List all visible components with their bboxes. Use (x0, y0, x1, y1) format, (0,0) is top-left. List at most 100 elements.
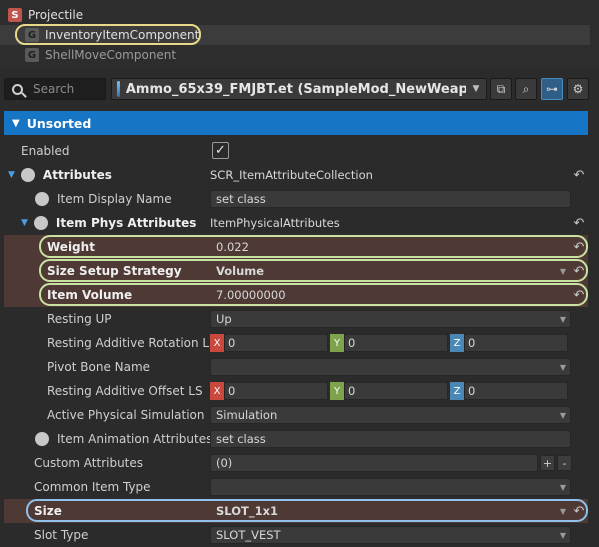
axis-x-label: X (210, 382, 224, 400)
add-item-button[interactable]: + (540, 455, 555, 471)
prefab-cube-icon (117, 81, 120, 97)
gear-icon: ⚙ (572, 82, 584, 96)
chevron-down-icon: ▼ (12, 117, 20, 129)
chevron-down-icon: ▼ (559, 362, 566, 372)
rotation-z-field[interactable]: Z 0 (450, 334, 568, 352)
prop-name: Size Setup Strategy (47, 264, 182, 278)
prop-weight: Weight 0.022 ↶ (4, 235, 588, 259)
prop-name: Slot Type (34, 528, 89, 542)
hierarchy-item-inventory-item-component[interactable]: G InventoryItemComponent (0, 25, 590, 45)
remove-item-button[interactable]: - (557, 455, 572, 471)
prop-item-animation-attributes: Item Animation Attributes set class (4, 427, 588, 451)
size-select[interactable]: SLOT_1x1 ▼ (210, 502, 571, 520)
hierarchy-item-label: Projectile (28, 8, 84, 22)
select-value: SLOT_1x1 (216, 504, 278, 518)
component-icon: G (25, 28, 39, 42)
hierarchy-item-shell-move-component[interactable]: G ShellMoveComponent (0, 45, 590, 65)
hierarchy-view-button[interactable]: ⊶ (541, 78, 563, 100)
item-animation-attributes-field[interactable]: set class (210, 430, 571, 448)
prop-name: Resting Additive Rotation LS (47, 336, 217, 350)
axis-x-label: X (210, 334, 224, 352)
prop-name: Item Volume (47, 288, 133, 302)
hierarchy-panel: S Projectile G InventoryItemComponent G … (0, 0, 599, 70)
slot-type-select[interactable]: SLOT_VEST ▼ (210, 526, 571, 544)
hierarchy-item-projectile[interactable]: S Projectile (0, 5, 590, 25)
prop-name: Resting UP (47, 312, 112, 326)
offset-z-value[interactable]: 0 (464, 382, 568, 400)
prop-pivot-bone-name: Pivot Bone Name ▼ (4, 355, 588, 379)
reset-icon[interactable]: ↶ (572, 503, 586, 519)
prop-name: Pivot Bone Name (47, 360, 151, 374)
prop-value: SCR_ItemAttributeCollection (210, 168, 373, 182)
prop-name: Item Phys Attributes (55, 216, 197, 230)
search-icon (12, 83, 23, 95)
select-value: SLOT_VEST (216, 528, 281, 542)
prop-name: Attributes (42, 168, 112, 182)
prop-item-display-name: Item Display Name set class (4, 187, 588, 211)
prop-name: Resting Additive Offset LS (47, 384, 203, 398)
chevron-down-icon: ▼ (559, 314, 566, 324)
prop-size-setup-strategy: Size Setup Strategy Volume ▼ ↶ (4, 259, 588, 283)
prop-resting-up: Resting UP Up ▼ (4, 307, 588, 331)
category-header-unsorted[interactable]: ▼ Unsorted (4, 111, 588, 135)
size-setup-strategy-select[interactable]: Volume ▼ (210, 262, 571, 280)
settings-button[interactable]: ⚙ (567, 78, 589, 100)
enabled-checkbox[interactable]: ✓ (212, 142, 229, 159)
chevron-down-icon[interactable]: ▼ (466, 79, 486, 99)
item-display-name-field[interactable]: set class (210, 190, 571, 208)
prop-name: Custom Attributes (34, 456, 144, 470)
reset-icon[interactable]: ↶ (572, 239, 586, 255)
asset-title: Ammo_65x39_FMJBT.et (SampleMod_NewWeapon (125, 81, 486, 97)
prop-resting-offset: Resting Additive Offset LS X 0 Y 0 Z 0 (4, 379, 588, 403)
axis-z-label: Z (450, 382, 464, 400)
rotation-x-value[interactable]: 0 (224, 334, 328, 352)
axis-z-label: Z (450, 334, 464, 352)
chevron-down-icon: ▼ (559, 530, 566, 540)
axis-y-label: Y (330, 334, 344, 352)
pivot-bone-name-select[interactable]: ▼ (210, 358, 571, 376)
prop-common-item-type: Common Item Type ▼ (4, 475, 588, 499)
offset-y-field[interactable]: Y 0 (330, 382, 448, 400)
chevron-down-icon: ▼ (559, 410, 566, 420)
search-input[interactable]: Search (4, 78, 106, 100)
rotation-x-field[interactable]: X 0 (210, 334, 328, 352)
custom-attributes-field: (0) (210, 454, 538, 472)
circle-icon (35, 192, 49, 206)
asset-selector[interactable]: Ammo_65x39_FMJBT.et (SampleMod_NewWeapon… (111, 78, 487, 100)
tree-icon: ⊶ (546, 82, 558, 96)
active-physical-simulation-select[interactable]: Simulation ▼ (210, 406, 571, 424)
offset-y-value[interactable]: 0 (344, 382, 448, 400)
select-value: Up (216, 312, 232, 326)
plus-icon: + (542, 456, 553, 470)
offset-x-field[interactable]: X 0 (210, 382, 328, 400)
expand-triangle-icon[interactable]: ▼ (21, 218, 28, 228)
item-volume-field[interactable]: 7.00000000 (210, 286, 571, 304)
prop-size: Size SLOT_1x1 ▼ ↶ (4, 499, 588, 523)
search-placeholder: Search (33, 82, 75, 96)
reset-icon[interactable]: ↶ (572, 167, 586, 183)
reset-icon[interactable]: ↶ (572, 215, 586, 231)
open-external-button[interactable]: ⧉ (490, 78, 512, 100)
rotation-y-field[interactable]: Y 0 (330, 334, 448, 352)
reset-icon[interactable]: ↶ (572, 287, 586, 303)
circle-icon (35, 432, 49, 446)
hierarchy-item-label: InventoryItemComponent (45, 28, 200, 42)
weight-field[interactable]: 0.022 (210, 238, 571, 256)
inspector-toolbar: Search Ammo_65x39_FMJBT.et (SampleMod_Ne… (0, 76, 599, 104)
prop-name: Item Animation Attributes (57, 432, 213, 446)
common-item-type-select[interactable]: ▼ (210, 478, 571, 496)
hierarchy-item-label: ShellMoveComponent (45, 48, 177, 62)
select-value: Simulation (216, 408, 278, 422)
offset-z-field[interactable]: Z 0 (450, 382, 568, 400)
axis-y-label: Y (330, 382, 344, 400)
rotation-z-value[interactable]: 0 (464, 334, 568, 352)
prop-name: Enabled (21, 144, 70, 158)
reset-icon[interactable]: ↶ (572, 263, 586, 279)
prop-name: Common Item Type (34, 480, 151, 494)
expand-triangle-icon[interactable]: ▼ (8, 170, 15, 180)
offset-x-value[interactable]: 0 (224, 382, 328, 400)
prop-name: Size (34, 504, 62, 518)
rotation-y-value[interactable]: 0 (344, 334, 448, 352)
resting-up-select[interactable]: Up ▼ (210, 310, 571, 328)
find-button[interactable]: ⌕ (515, 78, 537, 100)
